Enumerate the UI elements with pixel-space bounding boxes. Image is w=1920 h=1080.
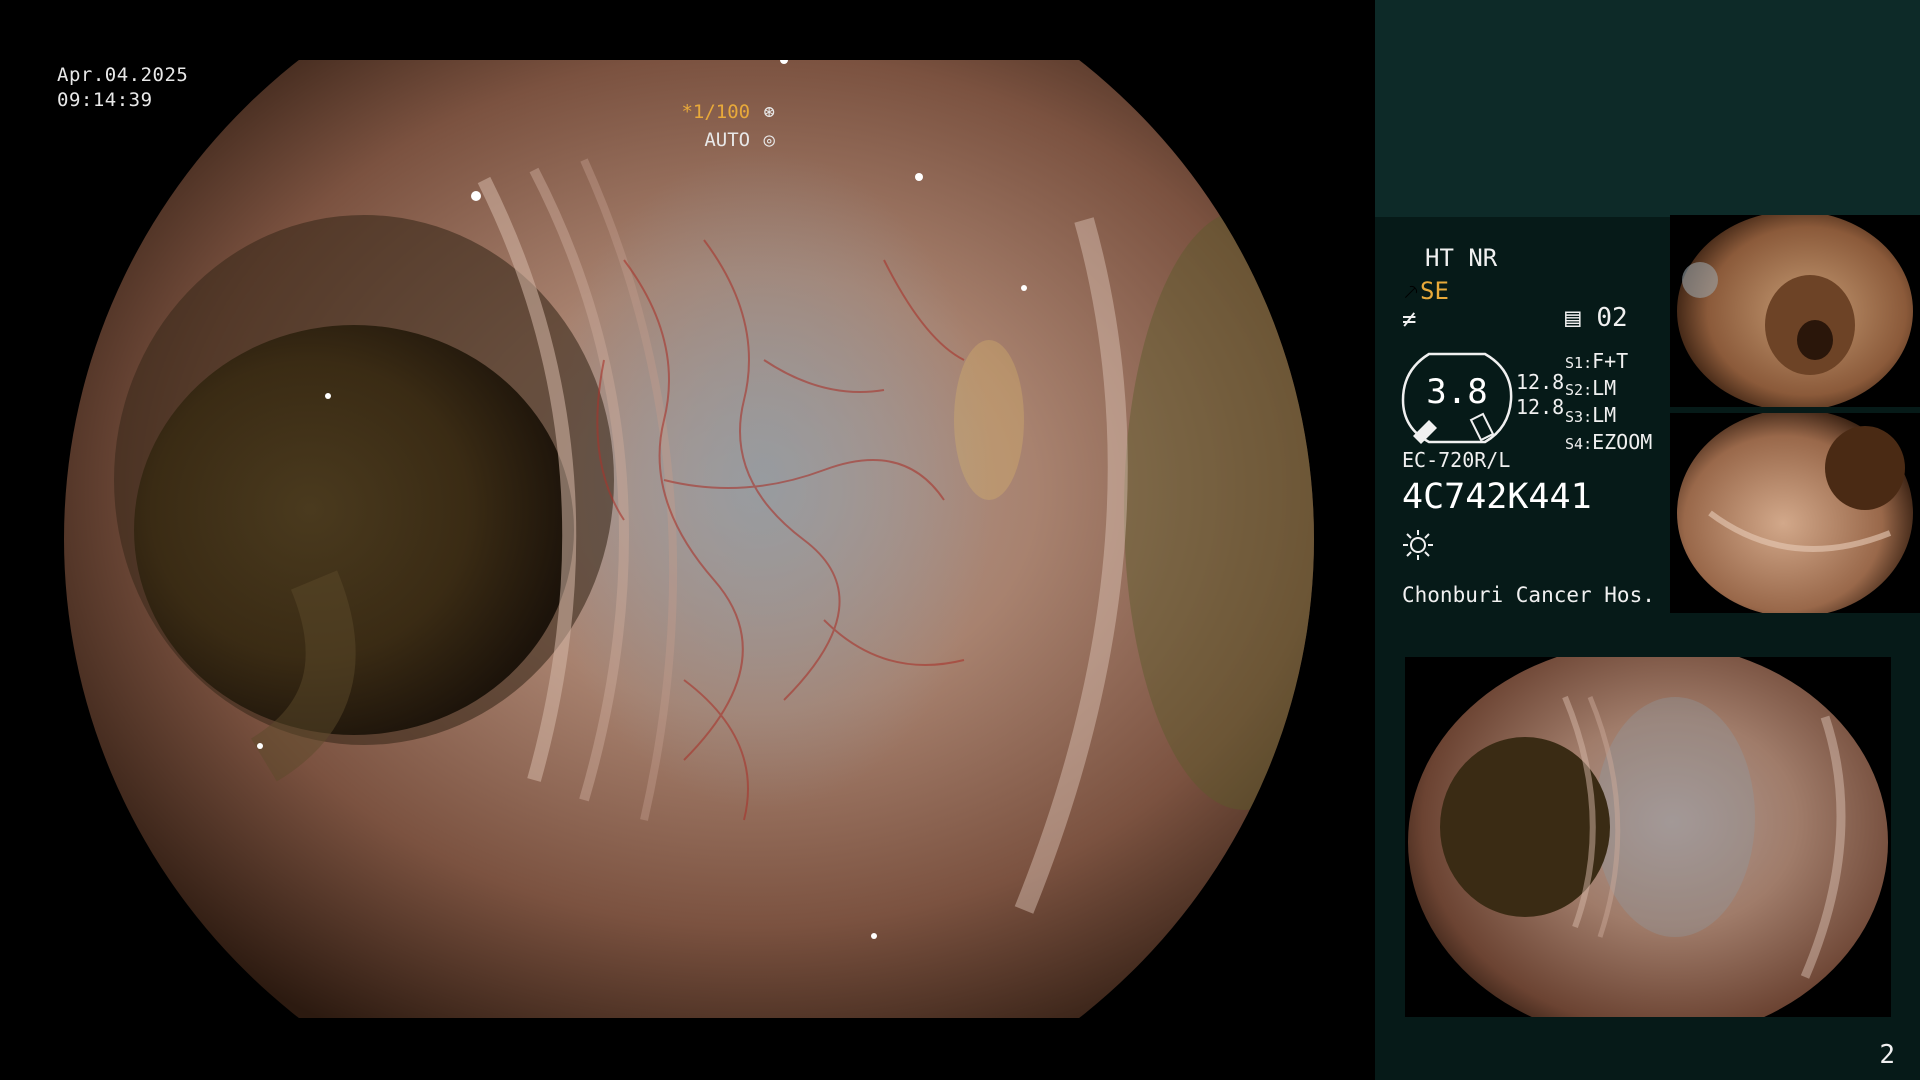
endoscopic-image xyxy=(64,60,1314,1018)
captured-thumbnail-1[interactable] xyxy=(1670,215,1920,407)
setting-s3: S3:LM xyxy=(1565,403,1617,427)
scope-switch-settings: S1:F+T S2:LM S3:LM S4:EZOOM xyxy=(1565,349,1652,457)
image-count: ▤ 02 xyxy=(1565,303,1628,333)
scope-serial: 4C742K441 xyxy=(1402,477,1592,517)
setting-s1: S1:F+T xyxy=(1565,349,1629,373)
panel-header-area xyxy=(1375,0,1920,217)
side-panel: HT NR ⸕SE ≠ ▤ 02 3.8 12.8 12.8 S1:F+T S2… xyxy=(1375,0,1920,1080)
hospital-name: Chonburi Cancer Hos. xyxy=(1402,583,1655,607)
endoscopy-screen: Apr.04.2025 09:14:39 *1/100 ⊛ AUTO ◎ HT … xyxy=(0,0,1920,1080)
preview-image[interactable] xyxy=(1405,657,1891,1017)
aperture-icon: ⊛ xyxy=(763,101,775,123)
setting-s2: S2:LM xyxy=(1565,376,1617,400)
setting-s4: S4:EZOOM xyxy=(1565,430,1653,454)
enhancement-mode: ⸕SE xyxy=(1402,274,1449,307)
mode-flags: HT NR xyxy=(1425,244,1498,272)
iris-mode: AUTO xyxy=(704,129,751,151)
captured-thumbnail-2[interactable] xyxy=(1670,413,1920,613)
time-label: 09:14:39 xyxy=(57,89,153,111)
exposure-info: *1/100 ⊛ AUTO ◎ xyxy=(681,98,775,154)
page-number: 2 xyxy=(1879,1040,1895,1070)
scope-model: EC-720R/L xyxy=(1402,448,1511,472)
gauge-value: 3.8 xyxy=(1426,372,1488,412)
memory-card-icon: ▤ xyxy=(1565,303,1581,333)
datetime-display: Apr.04.2025 09:14:39 xyxy=(57,63,188,113)
enhancement-mode-label: SE xyxy=(1420,277,1449,305)
gauge-sub-2: 12.8 xyxy=(1516,395,1565,419)
shutter-speed: *1/100 xyxy=(681,101,751,123)
scope-tip-icon: ⸕ xyxy=(1402,277,1420,305)
light-source-icon xyxy=(1402,529,1434,561)
structure-enhance-icon: ≠ xyxy=(1402,305,1417,333)
image-count-value: 02 xyxy=(1596,303,1628,333)
gauge-sub-1: 12.8 xyxy=(1516,370,1565,394)
main-endoscopic-view: Apr.04.2025 09:14:39 *1/100 ⊛ AUTO ◎ xyxy=(0,0,1375,1080)
zoom-gauge: 3.8 xyxy=(1399,350,1515,446)
iris-icon: ◎ xyxy=(763,129,775,151)
gauge-sub-values: 12.8 12.8 xyxy=(1516,370,1564,420)
date-label: Apr.04.2025 xyxy=(57,64,189,86)
